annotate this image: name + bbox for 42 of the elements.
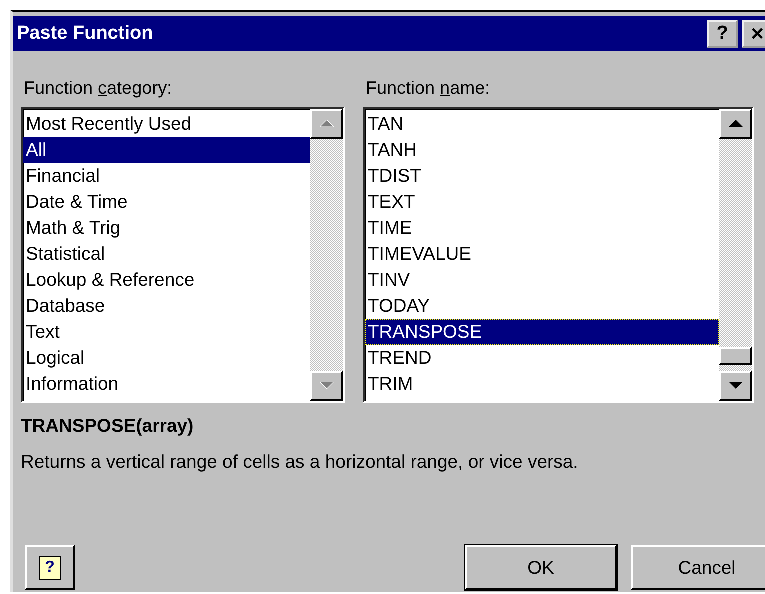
list-item[interactable]: TODAY (365, 293, 719, 319)
close-button[interactable]: × (742, 20, 765, 48)
list-item[interactable]: TIME (365, 215, 719, 241)
scrollbar[interactable] (719, 109, 752, 401)
scroll-down-button[interactable] (719, 371, 752, 401)
list-item[interactable]: Lookup & Reference (23, 267, 310, 293)
function-description: Returns a vertical range of cells as a horizontal range, or vice versa. (21, 451, 580, 473)
list-item[interactable]: TEXT (365, 189, 719, 215)
list-item[interactable]: All (23, 137, 310, 163)
list-item[interactable]: TINV (365, 267, 719, 293)
up-arrow-icon (320, 120, 334, 128)
list-item[interactable]: Database (23, 293, 310, 319)
list-item[interactable]: TDIST (365, 163, 719, 189)
list-item[interactable]: Date & Time (23, 189, 310, 215)
list-item[interactable]: Information (23, 371, 310, 397)
list-item[interactable]: TREND (365, 345, 719, 371)
help-button[interactable]: ? (25, 545, 75, 590)
list-box[interactable]: TAN TANH TDIST TEXT TIME TIMEVALUE TINV TODAY TRANSPOSE TREND TRIM (363, 107, 754, 403)
help-button[interactable]: ? (707, 20, 738, 48)
ok-button[interactable]: OK (465, 545, 617, 590)
scroll-up-button[interactable] (719, 109, 752, 139)
list-item[interactable]: TIMEVALUE (365, 241, 719, 267)
down-arrow-icon (320, 382, 334, 390)
list-item[interactable]: Statistical (23, 241, 310, 267)
cancel-button[interactable]: Cancel (631, 545, 765, 590)
scroll-thumb[interactable] (719, 347, 752, 365)
list-label: Function category: (24, 77, 172, 99)
list-box[interactable]: Most Recently Used All Financial Date & Time Math & Trig Statistical Lookup & Reference Database Text Logical Information (21, 107, 345, 403)
list-item[interactable]: TAN (365, 111, 719, 137)
list-label: Function name: (366, 77, 490, 99)
function-syntax: TRANSPOSE(array) (21, 415, 195, 437)
down-arrow-icon (728, 382, 742, 390)
list-item[interactable]: Most Recently Used (23, 111, 310, 137)
list-item[interactable]: Logical (23, 345, 310, 371)
list-item[interactable]: TANH (365, 137, 719, 163)
list-item[interactable]: Text (23, 319, 310, 345)
list-item[interactable]: Financial (23, 163, 310, 189)
list-item[interactable]: Math & Trig (23, 215, 310, 241)
window-title: Paste Function (17, 22, 154, 44)
up-arrow-icon (728, 120, 742, 128)
list-item[interactable]: TRIM (365, 371, 719, 397)
list-item[interactable]: TRANSPOSE (365, 319, 719, 345)
